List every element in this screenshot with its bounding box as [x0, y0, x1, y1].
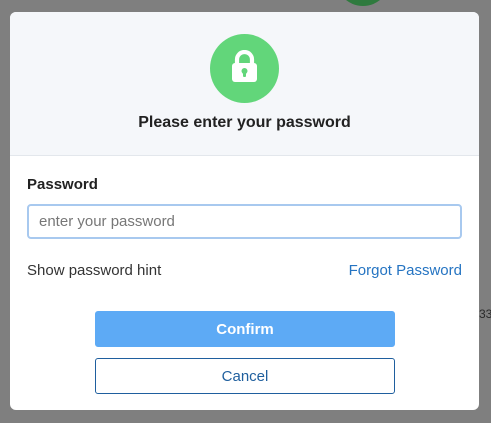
forgot-password-link[interactable]: Forgot Password	[349, 262, 462, 279]
backdrop-avatar	[336, 0, 390, 6]
password-dialog: Please enter your password Password Show…	[10, 12, 479, 410]
dialog-title: Please enter your password	[138, 114, 351, 131]
password-label: Password	[27, 176, 98, 193]
backdrop-partial-text: 33	[479, 307, 491, 321]
lock-badge	[210, 34, 279, 103]
cancel-button[interactable]: Cancel	[95, 358, 395, 394]
password-input[interactable]	[27, 204, 462, 239]
confirm-button[interactable]: Confirm	[95, 311, 395, 347]
show-password-hint-link[interactable]: Show password hint	[27, 262, 161, 279]
dialog-header: Please enter your password	[10, 12, 479, 156]
lock-icon	[232, 50, 257, 82]
